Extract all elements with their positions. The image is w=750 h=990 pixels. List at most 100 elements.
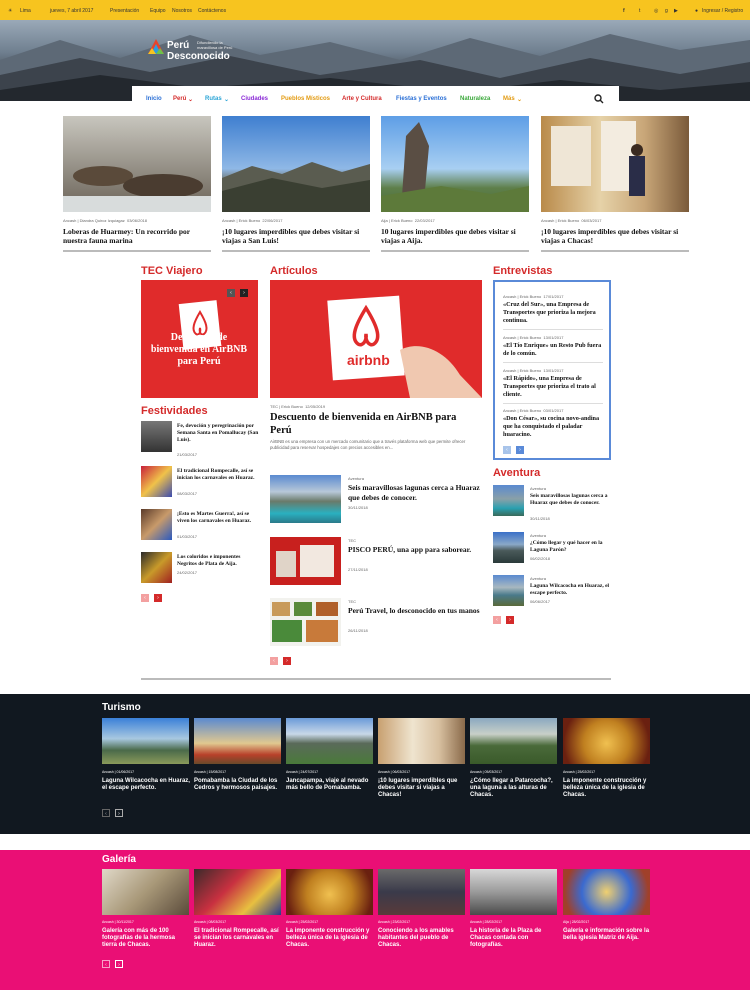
article-title[interactable]: PISCO PERÚ, una app para saborear. [348, 545, 483, 555]
article-thumbnail[interactable] [270, 598, 341, 646]
list-item-title[interactable]: Los coloridos e imponentes Negritos de P… [177, 554, 259, 568]
pagination-next-button[interactable]: › [506, 616, 514, 624]
featured-card[interactable]: Ancash | Diandra Quiroz Izquiagaz 03/06/… [63, 116, 211, 256]
turismo-title[interactable]: ¡10 lugares imperdibles que debes visita… [378, 778, 466, 799]
turismo-image[interactable] [194, 718, 281, 764]
pagination-next-button[interactable]: › [154, 594, 162, 602]
pagination-prev-button[interactable]: ‹ [141, 594, 149, 602]
section-heading-turismo: Turismo [102, 702, 141, 713]
featured-image[interactable] [541, 116, 689, 212]
list-item-title[interactable]: Seis maravillosas lagunas cerca a Huaraz… [530, 493, 612, 507]
featured-title[interactable]: ¡10 lugares imperdibles que debes visita… [541, 227, 691, 245]
entrevista-title[interactable]: «Don César», su cocina novo-andina que h… [503, 415, 605, 439]
featured-title[interactable]: Loberas de Huarmey: Un recorrido por nue… [63, 227, 213, 245]
slide-next-button[interactable]: › [240, 289, 248, 297]
turismo-image[interactable] [470, 718, 557, 764]
pagination-prev-button[interactable]: ‹ [270, 657, 278, 665]
turismo-image[interactable] [378, 718, 465, 764]
galeria-title[interactable]: Galería e información sobre la bella igl… [563, 928, 651, 942]
pagination-next-button[interactable]: › [283, 657, 291, 665]
topbar-link-nosotros[interactable]: Nosotros [172, 8, 192, 14]
turismo-image[interactable] [563, 718, 650, 764]
turismo-image[interactable] [102, 718, 189, 764]
main-article-image[interactable]: airbnb [270, 280, 482, 398]
gplus-icon[interactable]: g [665, 8, 668, 14]
nav-naturaleza[interactable]: Naturaleza [460, 96, 490, 102]
slide-prev-button[interactable]: ‹ [227, 289, 235, 297]
galeria-image[interactable] [470, 869, 557, 915]
featured-title[interactable]: 10 lugares imperdibles que debes visitar… [381, 227, 531, 245]
tec-slide-caption[interactable]: Descuento de bienvenida en AirBNB para P… [149, 332, 249, 368]
featured-title[interactable]: ¡10 lugares imperdibles que debes visita… [222, 227, 372, 245]
entrevista-title[interactable]: «El Rápido», una Empresa de Transportes … [503, 375, 605, 399]
turismo-image[interactable] [286, 718, 373, 764]
galeria-image[interactable] [102, 869, 189, 915]
galeria-image[interactable] [286, 869, 373, 915]
nav-peru[interactable]: Perú [173, 96, 186, 102]
featured-card[interactable]: Ancash | Erick Bueno 06/03/2017 ¡10 luga… [541, 116, 689, 256]
main-article-title[interactable]: Descuento de bienvenida en AirBNB para P… [270, 411, 480, 437]
turismo-title[interactable]: Jancapampa, viaje al nevado más bello de… [286, 778, 374, 792]
galeria-title[interactable]: La imponente construcción y belleza únic… [286, 928, 374, 949]
facebook-icon[interactable]: f [623, 8, 625, 14]
list-item-title[interactable]: ¡Esto es Martes Guerra!, así se viven lo… [177, 511, 259, 525]
list-item-title[interactable]: Laguna Wilcacocha en Huaraz, el escape p… [530, 583, 612, 597]
turismo-title[interactable]: La imponente construcción y belleza únic… [563, 778, 651, 799]
entrevista-title[interactable]: «El Tío Enrique» un Resto Pub fuera de l… [503, 342, 605, 358]
featured-card[interactable]: Ancash | Erick Bueno 22/06/2017 ¡10 luga… [222, 116, 370, 256]
featured-image[interactable] [381, 116, 529, 212]
nav-pueblos-misticos[interactable]: Pueblos Místicos [281, 96, 330, 102]
galeria-title[interactable]: Galería con más de 100 fotografías de la… [102, 928, 190, 949]
list-thumbnail[interactable] [141, 509, 172, 540]
list-item-title[interactable]: ¿Cómo llegar y qué hacer en la Laguna Pa… [530, 540, 612, 554]
login-link[interactable]: Ingresar / Registro [702, 8, 743, 14]
article-title[interactable]: Seis maravillosas lagunas cerca a Huaraz… [348, 483, 483, 502]
pagination-prev-button[interactable]: ‹ [102, 809, 110, 817]
article-thumbnail[interactable] [270, 475, 341, 523]
list-item-title[interactable]: Fe, devoción y peregrinación por Semana … [177, 423, 259, 444]
galeria-title[interactable]: La historia de la Plaza de Chacas contad… [470, 928, 558, 949]
pagination-next-button[interactable]: › [516, 446, 524, 454]
turismo-title[interactable]: ¿Cómo llegar a Patarcocha?, una laguna a… [470, 778, 558, 799]
nav-arte-cultura[interactable]: Arte y Cultura [342, 96, 382, 102]
pagination-prev-button[interactable]: ‹ [503, 446, 511, 454]
pagination-prev-button[interactable]: ‹ [493, 616, 501, 624]
turismo-title[interactable]: Pomabamba la Ciudad de los Cedros y herm… [194, 778, 282, 792]
tec-slide[interactable]: Descuento de bienvenida en AirBNB para P… [141, 280, 258, 398]
instagram-icon[interactable]: ◎ [654, 8, 658, 14]
youtube-icon[interactable]: ▶ [674, 8, 678, 14]
topbar-link-presentacion[interactable]: Presentación [110, 8, 139, 14]
article-title[interactable]: Perú Travel, lo desconocido en tus manos [348, 606, 483, 616]
list-thumbnail[interactable] [141, 552, 172, 583]
topbar-link-equipo[interactable]: Equipo [150, 8, 166, 14]
turismo-title[interactable]: Laguna Wilcacocha en Huaraz, el escape p… [102, 778, 190, 792]
featured-card[interactable]: Aija | Erick Bueno 22/03/2017 10 lugares… [381, 116, 529, 256]
chevron-down-icon: ⌄ [188, 97, 194, 103]
list-thumbnail[interactable] [141, 421, 172, 452]
galeria-title[interactable]: Conociendo a los amables habitantes del … [378, 928, 466, 949]
featured-image[interactable] [63, 116, 211, 212]
nav-mas[interactable]: Más [503, 96, 515, 102]
nav-ciudades[interactable]: Ciudades [241, 96, 268, 102]
list-item-title[interactable]: El tradicional Rompecalle, así se inicia… [177, 468, 259, 482]
nav-inicio[interactable]: Inicio [146, 96, 162, 102]
galeria-image[interactable] [194, 869, 281, 915]
search-icon[interactable] [594, 94, 604, 104]
featured-image[interactable] [222, 116, 370, 212]
article-thumbnail[interactable] [270, 537, 341, 585]
list-thumbnail[interactable] [493, 575, 524, 606]
pagination-next-button[interactable]: › [115, 809, 123, 817]
nav-fiestas-eventos[interactable]: Fiestas y Eventos [396, 96, 447, 102]
list-thumbnail[interactable] [493, 532, 524, 563]
pagination-prev-button[interactable]: ‹ [102, 960, 110, 968]
galeria-image[interactable] [563, 869, 650, 915]
pagination-next-button[interactable]: › [115, 960, 123, 968]
twitter-icon[interactable]: t [639, 8, 640, 14]
galeria-image[interactable] [378, 869, 465, 915]
topbar-link-contactenos[interactable]: Contáctenos [198, 8, 226, 14]
list-thumbnail[interactable] [493, 485, 524, 516]
entrevista-title[interactable]: «Cruz del Sur», una Empresa de Transport… [503, 301, 605, 325]
nav-rutas[interactable]: Rutas [205, 96, 222, 102]
galeria-title[interactable]: El tradicional Rompecalle, así se inicia… [194, 928, 282, 949]
list-thumbnail[interactable] [141, 466, 172, 497]
